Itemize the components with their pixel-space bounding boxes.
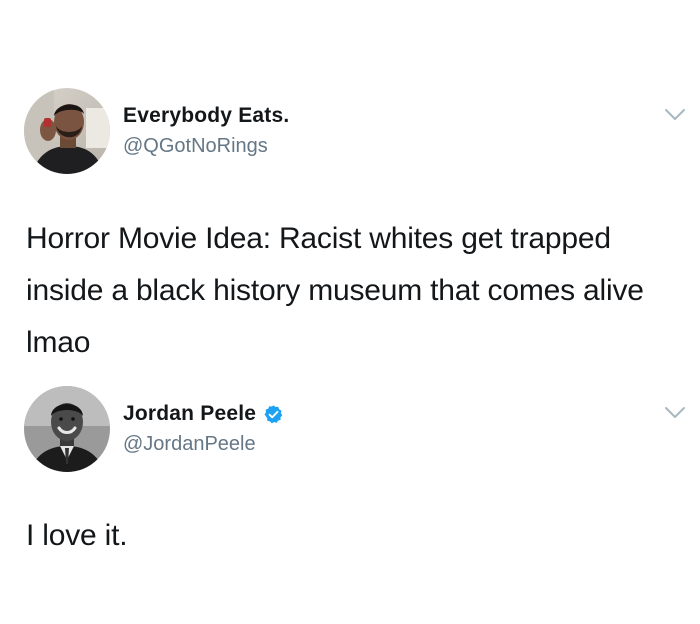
profile-photo-icon: [24, 88, 110, 174]
username-handle[interactable]: @JordanPeele: [123, 433, 256, 456]
display-name[interactable]: Jordan Peele: [123, 402, 256, 426]
avatar[interactable]: [24, 386, 110, 472]
display-name[interactable]: Everybody Eats.: [123, 104, 289, 128]
tweet-text: Horror Movie Idea: Racist whites get tra…: [26, 222, 644, 359]
verified-badge-icon: [264, 404, 283, 423]
avatar[interactable]: [24, 88, 110, 174]
username-handle[interactable]: @QGotNoRings: [123, 135, 268, 158]
chevron-down-icon[interactable]: [664, 108, 686, 122]
chevron-down-icon[interactable]: [664, 406, 686, 420]
name-row: Jordan Peele: [123, 402, 284, 426]
tweet-text: I love it.: [26, 519, 128, 552]
profile-photo-icon: [24, 386, 110, 472]
name-row: Everybody Eats.: [123, 104, 289, 128]
